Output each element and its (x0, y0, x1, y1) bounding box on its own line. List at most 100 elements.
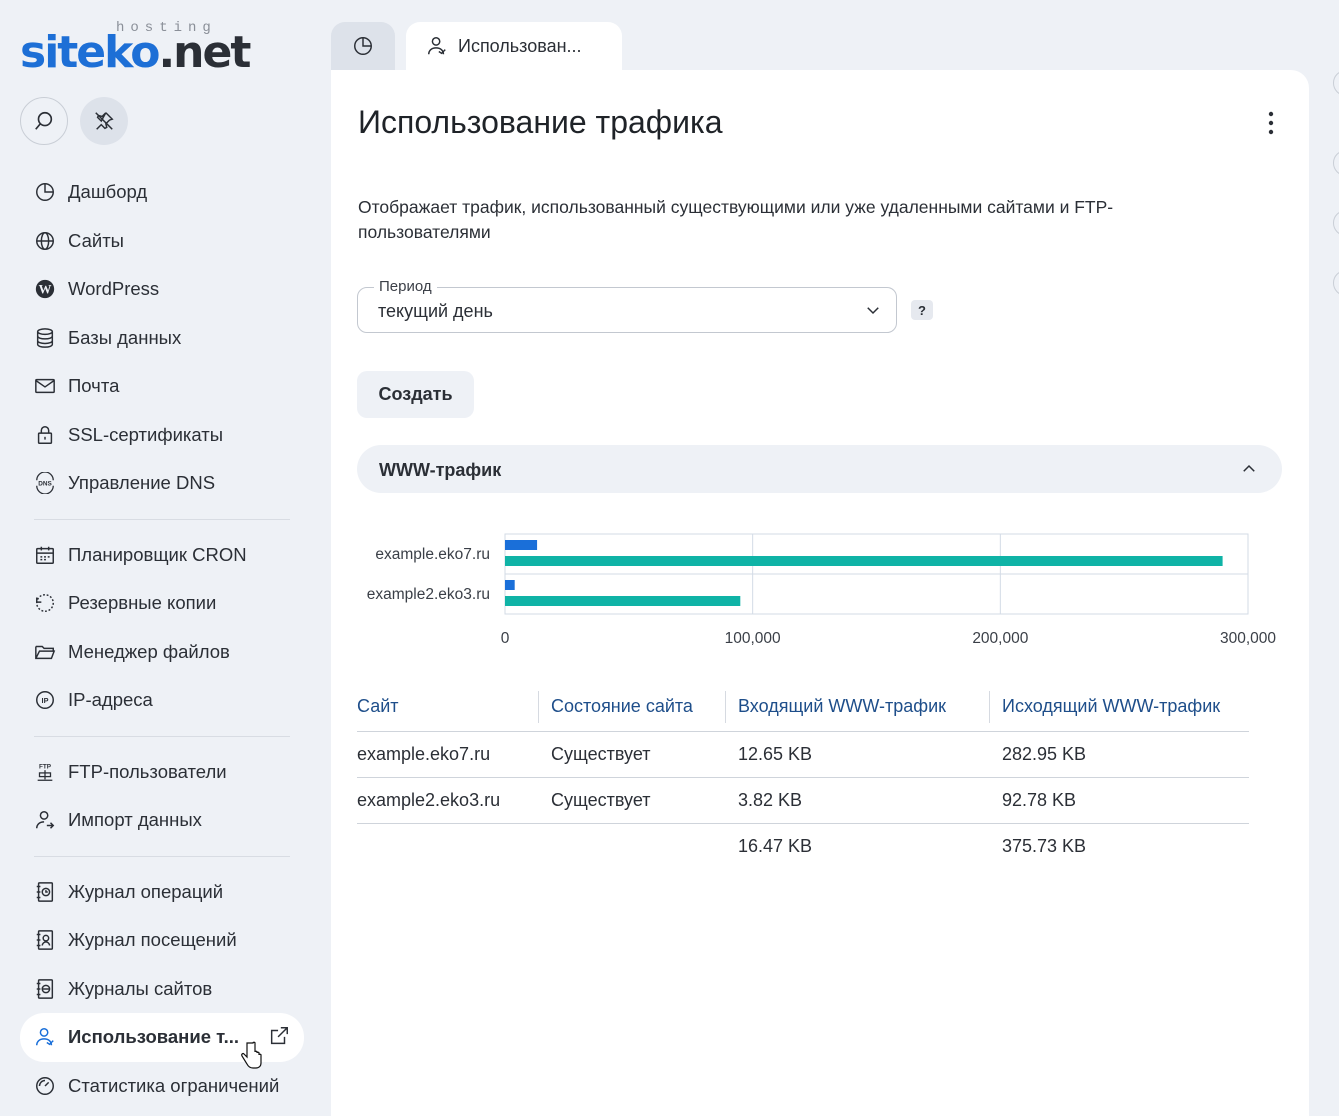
column-header-site[interactable]: Сайт (357, 683, 551, 732)
log-clock-icon (32, 879, 58, 905)
bar (505, 580, 515, 590)
sidebar-item-cron[interactable]: Планировщик CRON (20, 531, 304, 580)
mail-icon (32, 373, 58, 399)
sidebar-item-sites[interactable]: Сайты (20, 217, 304, 266)
sidebar-item-backups[interactable]: Резервные копии (20, 579, 304, 628)
column-header-incoming[interactable]: Входящий WWW-трафик (725, 683, 1002, 732)
table-row: example.eko7.ru Существует 12.65 KB 282.… (357, 731, 1249, 778)
database-icon (32, 325, 58, 351)
sidebar-item-label: Журналы сайтов (68, 977, 213, 999)
traffic-bar-chart: 0 100,000 200,000 300,000 example.eko7.ru exa… (367, 533, 1276, 647)
cell-status: Существует (551, 777, 738, 824)
sidebar-item-wordpress[interactable]: W WordPress (20, 265, 304, 314)
bar (505, 540, 538, 550)
cell-site: example.eko7.ru (357, 731, 551, 778)
column-header-outgoing[interactable]: Исходящий WWW-трафик (989, 683, 1249, 732)
x-tick-label: 200,000 (972, 630, 1028, 647)
edge-button[interactable] (1333, 270, 1339, 296)
sidebar-item-label: Статистика ограничений (68, 1074, 280, 1096)
cell-total-outgoing: 375.73 KB (1002, 835, 1087, 856)
column-header-status[interactable]: Состояние сайта (538, 683, 738, 732)
sidebar-item-site-logs[interactable]: Журналы сайтов (20, 965, 304, 1014)
sidebar-item-dashboard[interactable]: Дашборд (20, 168, 304, 217)
sidebar-item-label: Управление DNS (68, 472, 216, 494)
cell-outgoing: 282.95 KB (1002, 731, 1249, 778)
table-total-row: 16.47 KB 375.73 KB (357, 823, 1249, 869)
x-tick-label: 0 (501, 630, 510, 647)
cell-incoming: 12.65 KB (738, 731, 1002, 778)
sidebar-item-label: SSL-сертификаты (68, 423, 224, 445)
period-value: текущий день (378, 301, 493, 321)
logo[interactable]: hosting siteko.net (20, 18, 260, 78)
cell-total-empty (551, 823, 738, 869)
kebab-icon (1268, 111, 1274, 135)
sidebar-item-ftp[interactable]: FTP FTP-пользователи (20, 748, 304, 797)
sidebar-item-label: Журнал операций (68, 880, 224, 902)
create-button[interactable]: Создать (357, 371, 474, 418)
sidebar-item-ssl[interactable]: SSL-сертификаты (20, 411, 304, 460)
pin-off-icon (95, 112, 114, 130)
sidebar: hosting siteko.net Дашборд Сайты W WordP… (0, 0, 322, 1116)
ip-icon: IP (32, 687, 58, 713)
dns-icon: DNS (32, 470, 58, 496)
user-import-icon (32, 807, 58, 833)
table-header-row: Сайт Состояние сайта Входящий WWW-трафик… (357, 683, 1249, 732)
svg-text:W: W (39, 283, 52, 297)
sidebar-divider (34, 735, 290, 737)
sidebar-item-visits-log[interactable]: Журнал посещений (20, 916, 304, 965)
sidebar-item-label: Сайты (68, 229, 124, 251)
x-tick-label: 300,000 (1220, 630, 1276, 647)
sidebar-item-dns[interactable]: DNS Управление DNS (20, 459, 304, 508)
chevron-down-icon (864, 301, 882, 324)
sidebar-item-label: Дашборд (68, 181, 148, 203)
svg-text:IP: IP (42, 696, 49, 705)
tab-dashboard[interactable] (331, 22, 395, 70)
sidebar-item-label: Планировщик CRON (68, 543, 247, 565)
lock-icon (32, 422, 58, 448)
period-label: Период (374, 278, 437, 295)
sidebar-nav: Дашборд Сайты W WordPress Базы данных По… (20, 168, 304, 1110)
bar (505, 596, 741, 606)
tab-traffic-usage[interactable]: Использован... (406, 22, 622, 70)
svg-text:DNS: DNS (38, 481, 52, 488)
chevron-up-icon (1240, 460, 1258, 483)
user-traffic-icon (32, 1024, 58, 1050)
folder-icon (32, 639, 58, 665)
search-button[interactable] (20, 97, 68, 145)
search-icon (35, 111, 53, 130)
help-button[interactable]: ? (911, 300, 933, 320)
pie-chart-icon (354, 37, 372, 55)
sidebar-item-label: Базы данных (68, 326, 182, 348)
cell-outgoing: 92.78 KB (1002, 777, 1249, 824)
sidebar-item-limits-stats[interactable]: Статистика ограничений (20, 1062, 304, 1111)
unpin-button[interactable] (80, 97, 128, 145)
wordpress-icon: W (32, 276, 58, 302)
pie-chart-icon (32, 179, 58, 205)
accordion-title: WWW-трафик (379, 460, 502, 480)
sidebar-item-label: Журнал посещений (68, 929, 237, 951)
traffic-table: Сайт Состояние сайта Входящий WWW-трафик… (357, 683, 1249, 869)
open-external-icon[interactable] (268, 1025, 290, 1052)
sidebar-item-label: Импорт данных (68, 809, 202, 831)
period-select[interactable]: Период текущий день (357, 278, 897, 333)
more-menu-button[interactable] (1256, 108, 1286, 138)
sidebar-item-ip[interactable]: IP IP-адреса (20, 676, 304, 725)
sidebar-item-label: Менеджер файлов (68, 640, 230, 662)
sidebar-item-databases[interactable]: Базы данных (20, 314, 304, 363)
logo-wordmark: siteko.net (20, 27, 251, 78)
sidebar-item-file-manager[interactable]: Менеджер файлов (20, 628, 304, 677)
backup-icon (32, 590, 58, 616)
sidebar-item-label: IP-адреса (68, 689, 153, 711)
edge-button[interactable] (1333, 210, 1339, 236)
cell-total-incoming: 16.47 KB (738, 835, 813, 856)
speedometer-icon (32, 1073, 58, 1099)
sidebar-item-operations-log[interactable]: Журнал операций (20, 868, 304, 917)
edge-button[interactable] (1333, 150, 1339, 176)
x-tick-label: 100,000 (725, 630, 781, 647)
sidebar-item-traffic-usage[interactable]: Использование т... (20, 1013, 304, 1069)
cell-total-empty (357, 823, 551, 869)
www-traffic-accordion[interactable]: WWW-трафик (357, 445, 1282, 493)
sidebar-item-import[interactable]: Импорт данных (20, 796, 304, 845)
sidebar-item-mail[interactable]: Почта (20, 362, 304, 411)
edge-button[interactable] (1333, 70, 1339, 96)
